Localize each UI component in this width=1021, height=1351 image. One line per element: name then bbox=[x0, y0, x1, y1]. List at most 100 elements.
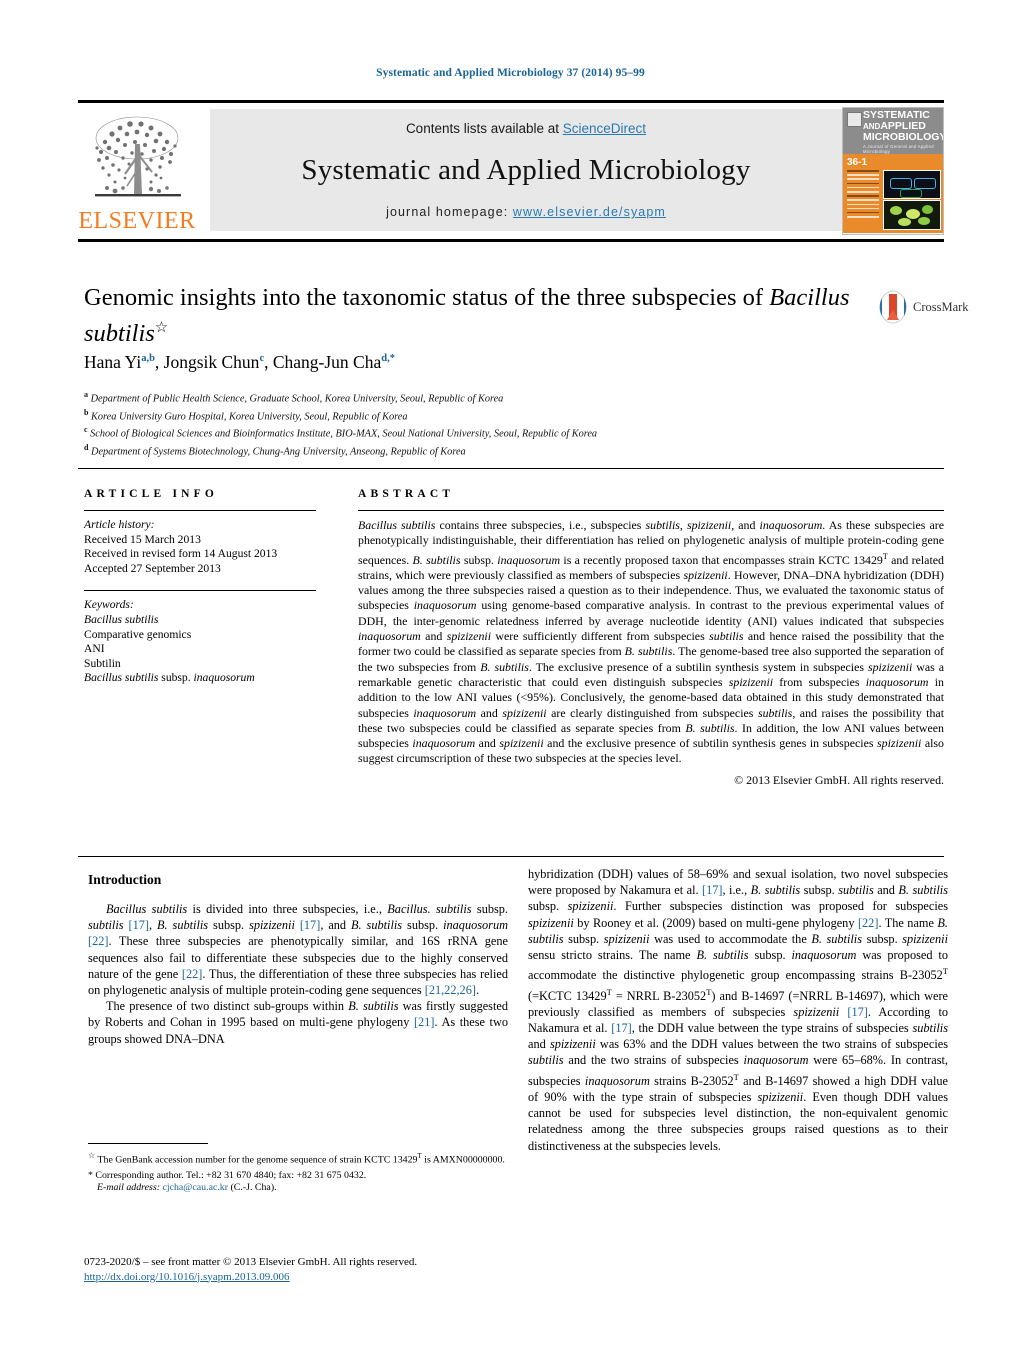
author-2-name: Jongsik Chun bbox=[163, 352, 260, 372]
crossmark-icon bbox=[878, 290, 908, 324]
affiliation-b: b Korea University Guro Hospital, Korea … bbox=[84, 406, 784, 424]
elsevier-wordmark: ELSEVIER bbox=[78, 208, 196, 234]
citation-22b[interactable]: [22] bbox=[182, 967, 203, 981]
keywords-label: Keywords: bbox=[84, 598, 134, 612]
body-column-left: Introduction Bacillus subtilis is divide… bbox=[88, 872, 508, 1047]
footnote-corresponding-text: Corresponding author. Tel.: +82 31 670 4… bbox=[95, 1169, 367, 1181]
citation-17b[interactable]: [17] bbox=[300, 918, 321, 932]
affiliation-d-mark: d bbox=[84, 443, 89, 453]
title-block: Genomic insights into the taxonomic stat… bbox=[84, 283, 874, 349]
corresponding-email-link[interactable]: cjcha@cau.ac.kr bbox=[162, 1182, 228, 1193]
footnote-genbank: ☆ The GenBank accession number for the g… bbox=[88, 1151, 505, 1166]
homepage-label: journal homepage: bbox=[386, 205, 509, 219]
author-3-name: Chang-Jun Cha bbox=[272, 352, 382, 372]
affiliation-c-mark: c bbox=[84, 425, 88, 435]
corresponding-author-marker[interactable]: * bbox=[390, 353, 395, 364]
affiliation-a-text: Department of Public Health Science, Gra… bbox=[90, 393, 504, 405]
abstract-text: Bacillus subtilis contains three subspec… bbox=[358, 518, 945, 766]
citation-17c[interactable]: [17] bbox=[702, 883, 723, 897]
citation-21[interactable]: [21] bbox=[414, 1015, 435, 1029]
imprint-block: 0723-2020/$ – see front matter © 2013 El… bbox=[84, 1255, 544, 1284]
footnote-block: ☆ The GenBank accession number for the g… bbox=[88, 1150, 508, 1198]
cover-volume: 36-1 bbox=[847, 157, 868, 168]
keyword-3: ANI bbox=[84, 642, 105, 656]
contents-prefix: Contents lists available at bbox=[405, 121, 563, 136]
affiliation-b-text: Korea University Guro Hospital, Korea Un… bbox=[91, 411, 408, 423]
citation-17d[interactable]: [17] bbox=[847, 1005, 868, 1019]
journal-masthead: ELSEVIER Contents lists available at Sci… bbox=[78, 100, 944, 236]
page-title: Genomic insights into the taxonomic stat… bbox=[84, 283, 874, 349]
author-2: Jongsik Chunc bbox=[164, 352, 264, 372]
article-info-heading: ARTICLE INFO bbox=[84, 488, 219, 500]
abstract-copyright: © 2013 Elsevier GmbH. All rights reserve… bbox=[734, 772, 944, 787]
imprint-issn-line: 0723-2020/$ – see front matter © 2013 El… bbox=[84, 1256, 418, 1268]
cover-title: SYSTEMATIC ANDAPPLIED MICROBIOLOGY bbox=[863, 110, 944, 143]
abstract-section: ABSTRACT Bacillus subtilis contains thre… bbox=[358, 488, 944, 788]
title-text: Genomic insights into the taxonomic stat… bbox=[84, 284, 770, 311]
author-1: Hana Yia,b bbox=[84, 352, 155, 372]
journal-cover-thumbnail[interactable]: SYSTEMATIC ANDAPPLIED MICROBIOLOGY A Jou… bbox=[842, 107, 944, 235]
citation-22[interactable]: [22] bbox=[88, 934, 109, 948]
abstract-rule bbox=[358, 510, 944, 511]
abstract-bottom-rule bbox=[78, 856, 944, 857]
affiliation-d: d Department of Systems Biotechnology, C… bbox=[84, 441, 784, 459]
cover-header: SYSTEMATIC ANDAPPLIED MICROBIOLOGY A Jou… bbox=[843, 108, 943, 154]
affiliation-c: c School of Biological Sciences and Bioi… bbox=[84, 423, 784, 441]
contents-available-line: Contents lists available at ScienceDirec… bbox=[406, 121, 646, 136]
introduction-heading: Introduction bbox=[88, 872, 162, 887]
keyword-2: Comparative genomics bbox=[84, 627, 192, 641]
intro-paragraph-continued: hybridization (DDH) values of 58–69% and… bbox=[528, 867, 949, 1153]
keyword-1-text: Bacillus subtilis bbox=[84, 612, 159, 626]
article-history: Article history: Received 15 March 2013 … bbox=[84, 518, 316, 576]
affiliation-b-mark: b bbox=[84, 407, 89, 417]
journal-title: Systematic and Applied Microbiology bbox=[301, 154, 751, 186]
sciencedirect-link[interactable]: ScienceDirect bbox=[563, 121, 646, 136]
cover-figure-bottom bbox=[883, 200, 941, 230]
footnote-genbank-tail: is AMXN00000000. bbox=[421, 1154, 505, 1166]
citation-21-22-26[interactable]: [21,22,26] bbox=[425, 983, 476, 997]
footnote-email-tail: (C.-J. Cha). bbox=[228, 1182, 277, 1194]
citation-17e[interactable]: [17] bbox=[611, 1021, 632, 1035]
article-history-label: Article history: bbox=[84, 518, 155, 531]
affiliation-c-text: School of Biological Sciences and Bioinf… bbox=[90, 428, 598, 440]
citation-22c[interactable]: [22] bbox=[858, 916, 879, 930]
author-2-affil-marks[interactable]: c bbox=[259, 353, 264, 364]
keyword-4: Subtilin bbox=[84, 656, 121, 670]
info-section-top-rule bbox=[78, 468, 944, 469]
journal-homepage-link[interactable]: www.elsevier.de/syapm bbox=[513, 205, 666, 219]
title-footnote-marker: ☆ bbox=[154, 320, 169, 336]
article-info-rule bbox=[84, 510, 316, 511]
author-1-affil-marks[interactable]: a,b bbox=[141, 353, 155, 364]
crossmark-badge[interactable]: CrossMark bbox=[878, 287, 969, 327]
affiliation-a-mark: a bbox=[84, 390, 88, 399]
cover-tagline: A Journal of General and Applied Microbi… bbox=[863, 144, 934, 154]
footnote-corresponding: * Corresponding author. Tel.: +82 31 670… bbox=[88, 1169, 367, 1194]
author-3: Chang-Jun Chad,* bbox=[273, 352, 395, 372]
abstract-heading: ABSTRACT bbox=[358, 488, 455, 500]
doi-link[interactable]: http://dx.doi.org/10.1016/j.syapm.2013.0… bbox=[84, 1271, 289, 1283]
cover-toc-lines bbox=[847, 170, 879, 220]
affiliation-d-text: Department of Systems Biotechnology, Chu… bbox=[91, 446, 466, 458]
footnote-genbank-text: The GenBank accession number for the gen… bbox=[97, 1154, 418, 1166]
keyword-5: Bacillus subtilis subsp. inaquosorum bbox=[84, 671, 255, 685]
elsevier-tree-icon bbox=[85, 112, 189, 208]
author-3-affil-marks[interactable]: d, bbox=[381, 353, 389, 364]
keywords-rule bbox=[84, 590, 316, 592]
body-column-right: hybridization (DDH) values of 58–69% and… bbox=[528, 866, 948, 1154]
crossmark-label: CrossMark bbox=[913, 299, 969, 314]
affiliation-list: a Department of Public Health Science, G… bbox=[84, 388, 784, 459]
footnote-rule bbox=[88, 1143, 208, 1144]
intro-paragraph-2: The presence of two distinct sub-groups … bbox=[88, 999, 508, 1046]
cover-title-line3: MICROBIOLOGY bbox=[863, 131, 944, 143]
footnote-email-label: E-mail address: bbox=[97, 1182, 160, 1194]
intro-paragraph-1: Bacillus subtilis is divided into three … bbox=[88, 902, 509, 998]
citation-17[interactable]: [17] bbox=[129, 918, 150, 932]
elsevier-logo: ELSEVIER bbox=[78, 108, 196, 233]
masthead-bottom-rule bbox=[78, 239, 944, 242]
keyword-1: Bacillus subtilis bbox=[84, 613, 316, 628]
affiliation-a: a Department of Public Health Science, G… bbox=[84, 388, 784, 406]
journal-homepage-line: journal homepage: www.elsevier.de/syapm bbox=[386, 205, 666, 219]
history-received: Received 15 March 2013 bbox=[84, 532, 201, 546]
cover-title-and: AND bbox=[863, 122, 881, 131]
cover-body: 36-1 bbox=[843, 154, 943, 233]
